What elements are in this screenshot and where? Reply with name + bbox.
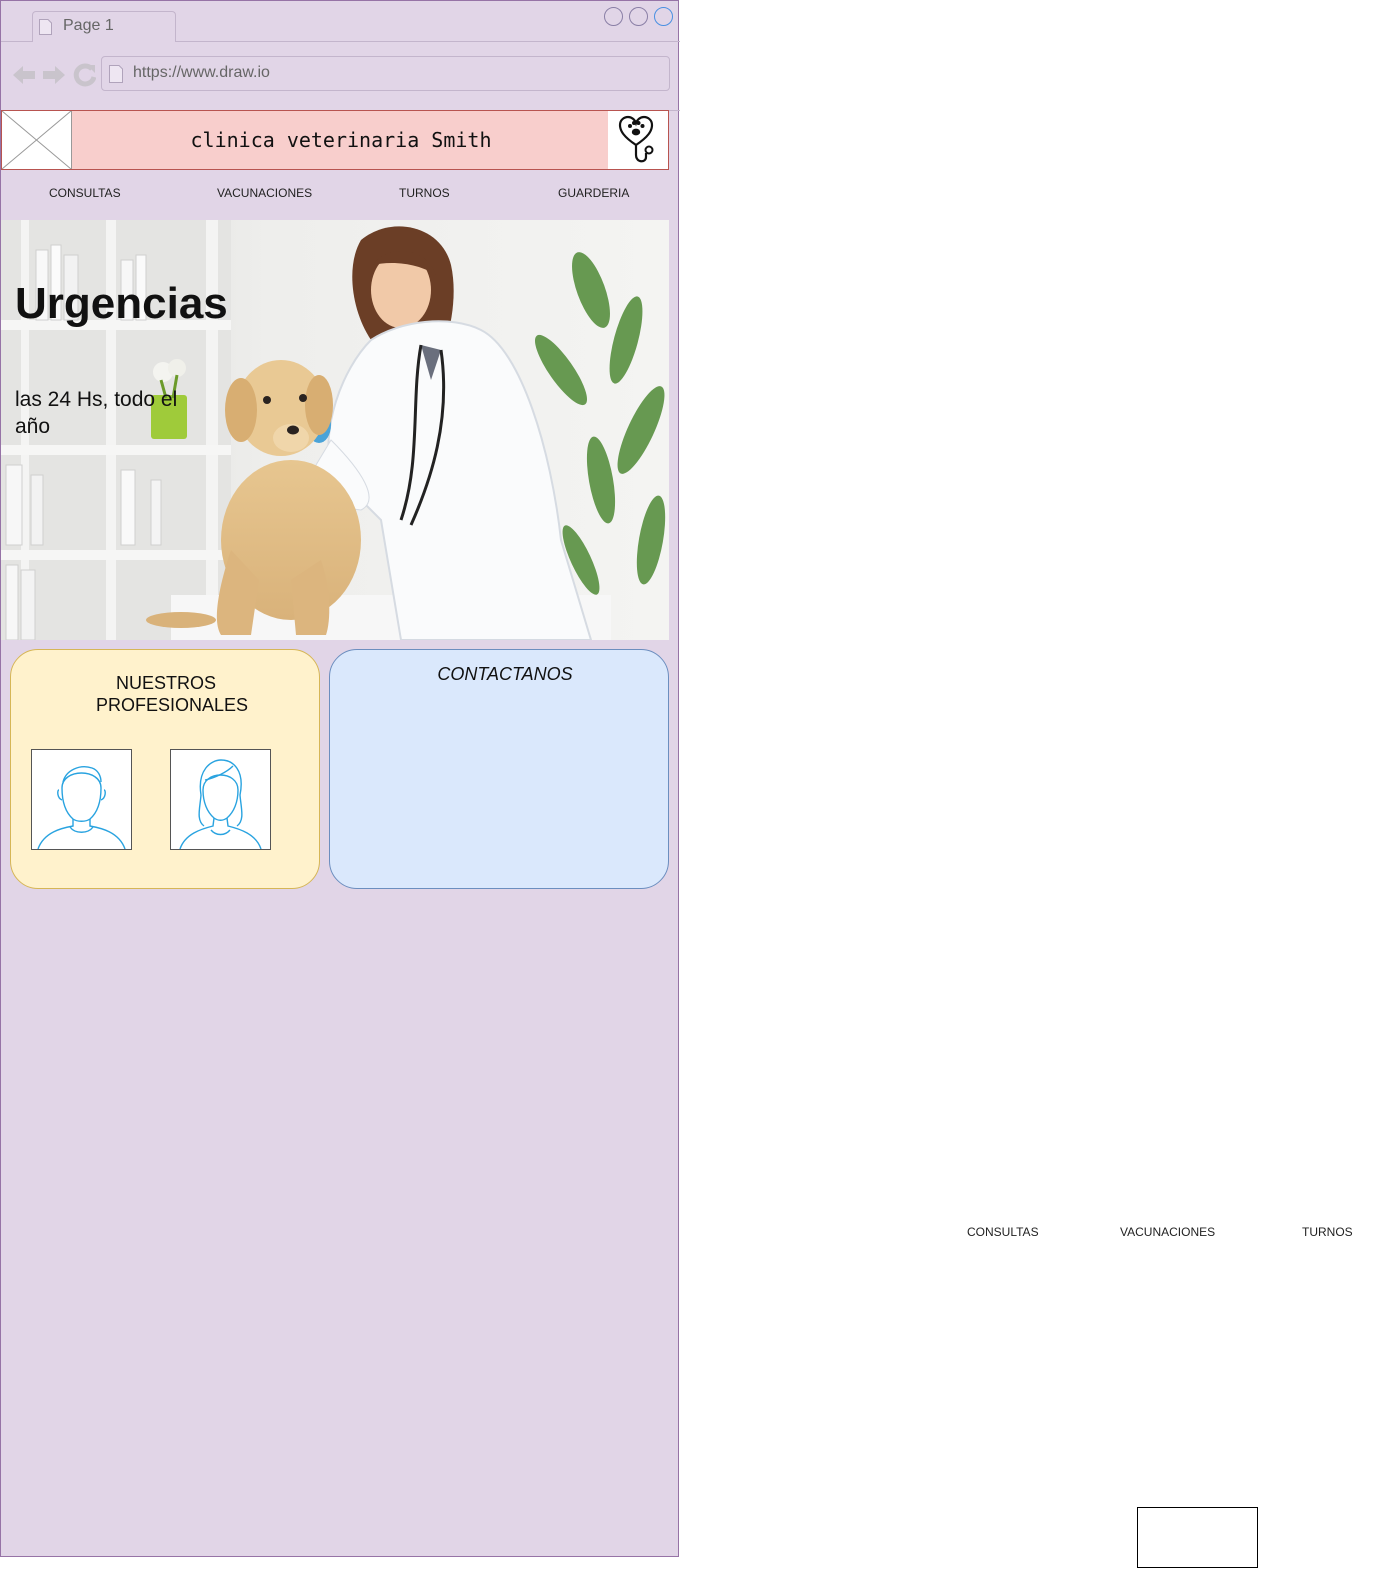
reload-icon[interactable] [73,63,96,87]
site-header: clinica veterinaria Smith [1,110,669,170]
address-bar[interactable]: https://www.draw.io [101,56,670,91]
contact-card: CONTACTANOS [329,649,669,889]
contact-title: CONTACTANOS [437,664,573,684]
page-icon [109,65,123,83]
nav-turnos[interactable]: TURNOS [399,186,450,200]
browser-nav-controls [13,63,96,87]
male-avatar-icon[interactable] [31,749,132,850]
empty-box [1137,1507,1258,1568]
minimize-button[interactable] [604,7,623,26]
url-text: https://www.draw.io [133,64,270,81]
site-title: clinica veterinaria Smith [190,128,492,152]
nav2-vacunaciones[interactable]: VACUNACIONES [1120,1225,1215,1239]
nav2-consultas[interactable]: CONSULTAS [967,1225,1039,1239]
nav2-turnos[interactable]: TURNOS [1302,1225,1353,1239]
forward-arrow-icon[interactable] [43,66,65,84]
nav-vacunaciones[interactable]: VACUNACIONES [217,186,312,200]
close-button[interactable] [654,7,673,26]
back-arrow-icon[interactable] [13,66,35,84]
maximize-button[interactable] [629,7,648,26]
professionals-title: NUESTROS PROFESIONALES [96,673,249,715]
browser-tab[interactable]: Page 1 [32,11,176,42]
nav-consultas[interactable]: CONSULTAS [49,186,121,200]
page-icon [39,19,52,35]
nav-guarderia[interactable]: GUARDERIA [558,186,629,200]
professionals-card: NUESTROS PROFESIONALES [10,649,320,889]
vet-stethoscope-paw-icon [608,111,668,169]
image-placeholder-icon [2,111,72,169]
female-avatar-icon[interactable] [170,749,271,850]
hero-subtitle: las 24 Hs, todo el año [15,388,178,438]
hero-title: Urgencias [15,279,228,328]
tab-label: Page 1 [63,17,114,34]
